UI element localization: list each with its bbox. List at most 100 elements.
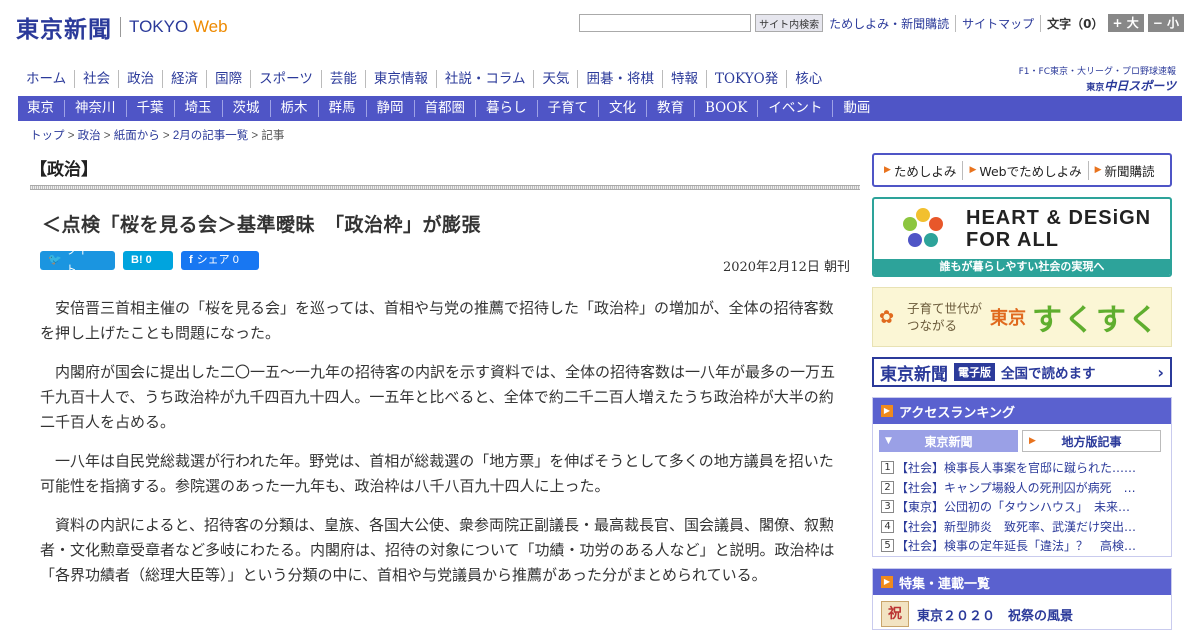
region-item[interactable]: 子育て [536, 100, 599, 117]
breadcrumb-item[interactable]: 紙面から [114, 130, 160, 142]
web-trial-label: Webでためしよみ [979, 163, 1082, 179]
digital-edition-banner[interactable]: 東京新聞 電子版 全国で読めます › [872, 357, 1172, 387]
region-item[interactable]: 神奈川 [64, 100, 126, 117]
rank-number: 2 [881, 480, 894, 494]
chevron-right-icon: › [1157, 362, 1164, 382]
region-item[interactable]: 埼玉 [173, 100, 222, 117]
tab-local-articles[interactable]: ▶ 地方版記事 [1021, 430, 1161, 452]
tab-tokyo-shimbun[interactable]: ▼ 東京新聞 [879, 430, 1018, 452]
breadcrumb-item[interactable]: 政治 [78, 130, 101, 142]
nav-item[interactable]: 政治 [118, 70, 162, 88]
site-logo[interactable]: 東京新聞 TOKYO Web [16, 10, 228, 44]
region-item[interactable]: 教育 [646, 100, 694, 117]
access-ranking: ▶ アクセスランキング ▼ 東京新聞 ▶ 地方版記事 1 【社会】検事長人事案を官邸に… [872, 397, 1172, 557]
article-paragraph: 内閣府が国会に提出した二〇一五～一九年の招待客の内訳を示す資料では、全体の招待客… [40, 363, 836, 431]
ranking-tabs: ▼ 東京新聞 ▶ 地方版記事 [873, 424, 1171, 452]
ranking-item[interactable]: 1 【社会】検事長人事案を官邸に蹴られた…… [881, 458, 1163, 478]
region-item[interactable]: 茨城 [221, 100, 270, 117]
region-item[interactable]: 首都圏 [413, 100, 476, 117]
nav-item[interactable]: 核心 [786, 70, 830, 88]
region-item[interactable]: 文化 [598, 100, 646, 117]
region-item[interactable]: 動画 [832, 100, 880, 117]
section-title: 【政治】 [30, 160, 98, 180]
util-link-sitemap[interactable]: サイトマップ [955, 14, 1034, 32]
sukusuku-tokyo: 東京 [990, 308, 1027, 329]
logo-en-text: TOKYO [129, 17, 189, 36]
article-body: 安倍晋三首相主催の「桜を見る会」を巡っては、首相や与党の推薦で招待した「政治枠」… [40, 296, 845, 602]
subscribe-link[interactable]: ▶ 新聞購読 [1087, 160, 1161, 180]
breadcrumb-item[interactable]: トップ [30, 130, 65, 142]
ranking-list: 1 【社会】検事長人事案を官邸に蹴られた…… 2 【社会】キャンプ場殺人の死刑囚が病… [873, 452, 1171, 556]
region-item[interactable]: 東京 [18, 100, 64, 117]
logo-web-text: Web [192, 17, 228, 36]
breadcrumb: トップ > 政治 > 紙面から > 2月の記事一覧 > 記事 [30, 127, 284, 143]
region-item[interactable]: BOOK [694, 100, 757, 117]
sukusuku-tag2: つながる [907, 318, 958, 333]
heart-design-banner[interactable]: HEART & DESiGN FOR ALL 誰もが暮らしやすい社会の実現へ [872, 197, 1172, 277]
features-list: ▶ 特集・連載一覧 祝 東京２０２０ 祝祭の風景 [872, 568, 1172, 630]
ranking-item[interactable]: 3 【東京】公団初の「タウンハウス」 未来… [881, 497, 1163, 517]
share-buttons: 🐦 ツイート B! 0 f シェア 0 [40, 245, 267, 276]
hdfa-body: HEART & DESiGN FOR ALL [874, 199, 1170, 259]
sukusuku-tag1: 子育て世代が [907, 301, 983, 316]
feature-item[interactable]: 祝 東京２０２０ 祝祭の風景 [873, 595, 1171, 629]
region-item[interactable]: 栃木 [269, 100, 318, 117]
region-item[interactable]: 暮らし [475, 100, 537, 117]
ranking-item[interactable]: 2 【社会】キャンプ場殺人の死刑囚が病死 … [881, 478, 1163, 498]
sukusuku-tagline: 子育て世代が つながる [907, 300, 982, 334]
logo-ja: 東京新聞 [16, 16, 112, 43]
rank-number: 4 [881, 519, 894, 533]
ranking-item[interactable]: 5 【社会】検事の定年延長「違法」？ 高検… [881, 536, 1163, 556]
trial-link[interactable]: ▶ ためしよみ [880, 161, 962, 180]
sukusuku-title: すくすく [1032, 303, 1161, 338]
nav-item[interactable]: 東京情報 [364, 70, 436, 88]
chunichi-sports-banner[interactable]: F1・FC東京・大リーグ・プロ野球速報 東京中日スポーツ [1019, 64, 1176, 94]
font-size-down-button[interactable]: − 小 [1147, 14, 1184, 32]
chunichi-tagline: F1・FC東京・大リーグ・プロ野球速報 [1018, 67, 1176, 77]
tweet-button[interactable]: 🐦 ツイート [40, 245, 115, 276]
twitter-icon: 🐦 [48, 254, 62, 266]
nav-item[interactable]: 国際 [206, 70, 250, 88]
feature-title: 東京２０２０ 祝祭の風景 [917, 608, 1074, 624]
facebook-share-button[interactable]: f シェア 0 [181, 251, 259, 270]
nav-item[interactable]: 天気 [533, 70, 577, 88]
nav-item[interactable]: ホーム [18, 70, 74, 88]
ranking-title: アクセスランキング [899, 405, 1015, 421]
breadcrumb-item[interactable]: 2月の記事一覧 [173, 130, 248, 142]
utility-bar: サイト内検索 ためしよみ・新聞購読 サイトマップ 文字（0） + 大 − 小 [579, 14, 1184, 32]
nav-item[interactable]: 囲碁・将棋 [577, 70, 662, 88]
site-search-button[interactable]: サイト内検索 [755, 14, 824, 32]
nav-item[interactable]: 社会 [74, 70, 118, 88]
ranking-item[interactable]: 4 【社会】新型肺炎 致死率、武漢だけ突出… [881, 517, 1163, 537]
tab-label: 東京新聞 [924, 434, 973, 449]
region-item[interactable]: 千葉 [125, 100, 174, 117]
ranking-item-title: 【社会】キャンプ場殺人の死刑囚が病死 … [896, 480, 1136, 495]
features-title: 特集・連載一覧 [899, 576, 991, 592]
region-item[interactable]: 群馬 [317, 100, 366, 117]
nav-item[interactable]: 社説・コラム [435, 70, 534, 88]
denshi-badge: 電子版 [954, 363, 995, 381]
nav-item[interactable]: 経済 [162, 70, 206, 88]
nav-item[interactable]: 芸能 [320, 70, 365, 88]
nav-item[interactable]: スポーツ [250, 70, 321, 88]
chunichi-name: 中日スポーツ [1104, 79, 1176, 93]
logo-divider [120, 17, 121, 37]
util-link-subscribe[interactable]: ためしよみ・新聞購読 [829, 15, 949, 32]
nav-item[interactable]: 特報 [661, 70, 706, 88]
hdfa-footer: 誰もが暮らしやすい社会の実現へ [874, 259, 1170, 275]
breadcrumb-separator: > [100, 130, 114, 142]
subscribe-label: 新聞購読 [1104, 163, 1155, 179]
region-item[interactable]: イベント [757, 100, 832, 117]
region-item[interactable]: 静岡 [365, 100, 414, 117]
web-trial-link[interactable]: ▶ Webでためしよみ [962, 160, 1087, 180]
article-paragraph: 安倍晋三首相主催の「桜を見る会」を巡っては、首相や与党の推薦で招待した「政治枠」… [40, 299, 834, 342]
font-size-up-button[interactable]: + 大 [1107, 14, 1144, 32]
arrow-right-icon: ▶ [881, 405, 893, 417]
chunichi-logo: 東京中日スポーツ [1019, 77, 1176, 94]
nav-item[interactable]: TOKYO発 [705, 70, 786, 88]
feature-thumbnail: 祝 [881, 601, 909, 627]
ranking-item-title: 【社会】検事の定年延長「違法」？ 高検… [896, 539, 1137, 554]
hatena-bookmark-button[interactable]: B! 0 [123, 251, 173, 270]
sukusuku-banner[interactable]: ✿ 子育て世代が つながる 東京 すくすく [872, 287, 1172, 347]
site-search-input[interactable] [579, 14, 752, 32]
